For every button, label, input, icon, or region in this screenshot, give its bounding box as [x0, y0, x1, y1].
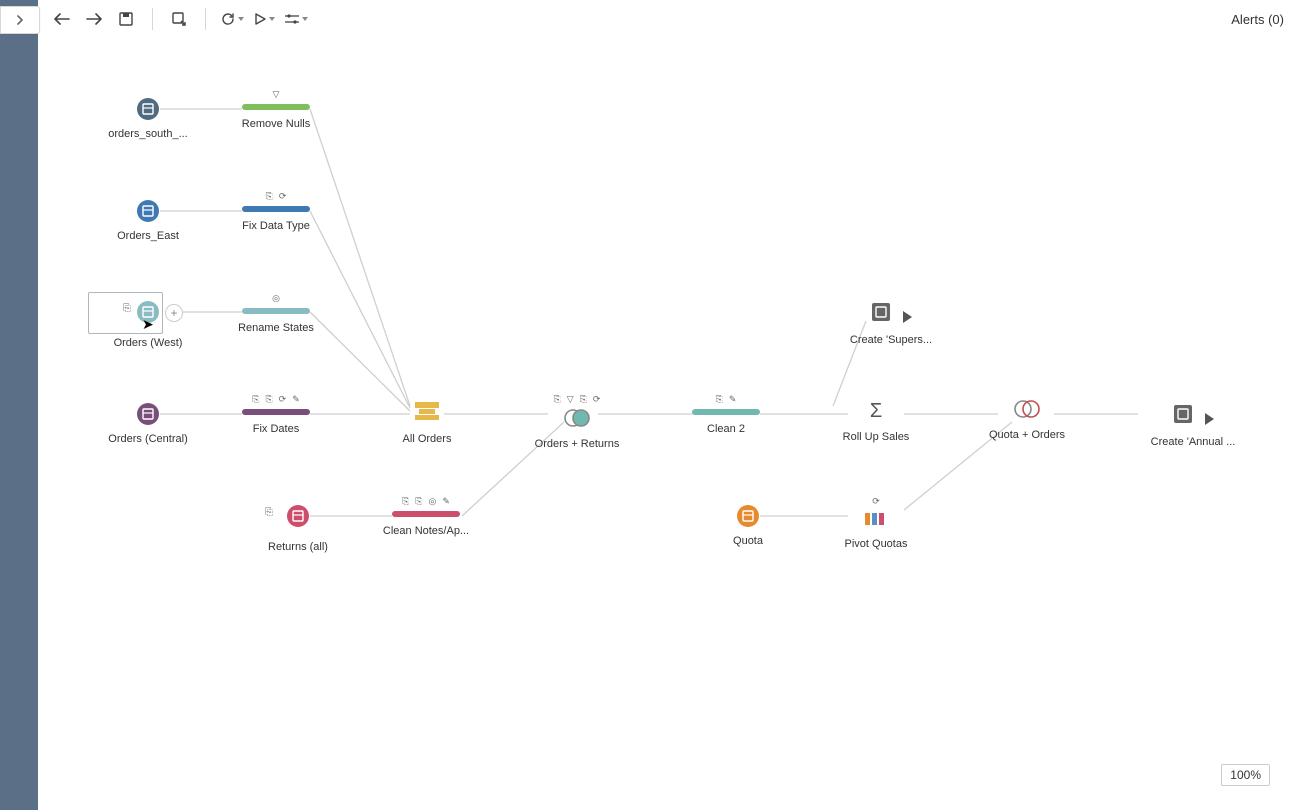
node-rename-states[interactable]: ◎ Rename States: [231, 294, 321, 334]
node-label: Clean Notes/Ap...: [381, 525, 471, 537]
step-annotations: ⎘⟳: [231, 192, 321, 202]
node-fix-data-type[interactable]: ⎘⟳ Fix Data Type: [231, 192, 321, 232]
play-icon: [254, 13, 266, 25]
node-returns-all[interactable]: ⎘ Returns (all): [253, 505, 343, 553]
zoom-level[interactable]: 100%: [1221, 764, 1270, 786]
flow-canvas[interactable]: orders_south_... ▽ Remove Nulls Orders_E…: [38, 38, 1296, 810]
node-label: Orders (West): [103, 337, 193, 349]
clean-step-icon: [392, 511, 460, 517]
clean-step-icon: [242, 308, 310, 314]
chevron-right-icon: [16, 15, 24, 25]
pivot-icon: [863, 511, 889, 527]
node-remove-nulls[interactable]: ▽ Remove Nulls: [231, 90, 321, 130]
node-label: Quota + Orders: [982, 429, 1072, 441]
union-icon: [413, 400, 441, 422]
expand-sidebar-button[interactable]: [0, 6, 40, 34]
sliders-icon: [284, 13, 299, 25]
node-clean-notes[interactable]: ⎘⎘◎✎ Clean Notes/Ap...: [381, 497, 471, 537]
settings-button[interactable]: [284, 7, 308, 31]
join-icon: [1012, 400, 1042, 418]
datasource-icon: [737, 505, 759, 527]
dropdown-caret-icon: [238, 17, 244, 21]
save-icon: [119, 12, 133, 26]
node-label: Orders (Central): [103, 433, 193, 445]
forward-button[interactable]: [82, 7, 106, 31]
node-label: Pivot Quotas: [831, 538, 921, 550]
node-label: Roll Up Sales: [831, 431, 921, 443]
node-pivot-quotas[interactable]: ⟳ Pivot Quotas: [831, 497, 921, 550]
add-data-icon: [171, 11, 187, 27]
step-annotations: ▽: [231, 90, 321, 100]
node-label: Rename States: [231, 322, 321, 334]
dropdown-caret-icon: [269, 17, 275, 21]
output-icon: [1172, 403, 1194, 425]
output-icon: [870, 301, 892, 323]
node-label: Fix Dates: [231, 423, 321, 435]
node-quota[interactable]: Quota: [703, 505, 793, 547]
arrow-right-icon: [86, 13, 102, 25]
node-label: Create 'Supers...: [831, 334, 951, 346]
toolbar: Alerts (0): [38, 0, 1296, 39]
node-label: Returns (all): [253, 541, 343, 553]
node-fix-dates[interactable]: ⎘⎘⟳✎ Fix Dates: [231, 395, 321, 435]
step-annotations: ⎘⎘⟳✎: [231, 395, 321, 405]
datasource-icon: [137, 200, 159, 222]
add-step-button[interactable]: +: [165, 304, 183, 322]
node-orders-east[interactable]: Orders_East: [103, 200, 193, 242]
node-label: Clean 2: [681, 423, 771, 435]
node-label: Fix Data Type: [231, 220, 321, 232]
join-icon: [562, 409, 592, 427]
dropdown-caret-icon: [302, 17, 308, 21]
sidebar-strip: [0, 0, 38, 810]
node-roll-up-sales[interactable]: Σ Roll Up Sales: [831, 400, 921, 443]
step-annotations: ⎘✎: [681, 395, 771, 405]
step-annotations: ⟳: [831, 497, 921, 507]
edit-annotation-icon: ⎘: [265, 507, 273, 518]
filter-icon: ▽: [273, 90, 280, 100]
clean-step-icon: [242, 104, 310, 110]
step-annotations: ⎘▽⎘⟳: [532, 395, 622, 405]
node-create-annual[interactable]: Create 'Annual ...: [1128, 403, 1258, 448]
node-label: orders_south_...: [103, 128, 193, 140]
aggregate-icon: Σ: [870, 400, 882, 423]
alerts-button[interactable]: Alerts (0): [1231, 12, 1284, 27]
refresh-button[interactable]: [220, 7, 244, 31]
toolbar-divider: [152, 8, 153, 30]
node-label: Remove Nulls: [231, 118, 321, 130]
toolbar-divider: [205, 8, 206, 30]
clean-step-icon: [242, 409, 310, 415]
datasource-icon: [137, 98, 159, 120]
clean-step-icon: [242, 206, 310, 212]
save-button[interactable]: [114, 7, 138, 31]
clean-step-icon: [692, 409, 760, 415]
node-all-orders[interactable]: All Orders: [382, 400, 472, 445]
step-annotations: ◎: [231, 294, 321, 304]
run-flow-button[interactable]: [252, 7, 276, 31]
run-output-button[interactable]: [903, 311, 912, 323]
node-label: Orders_East: [103, 230, 193, 242]
node-label: All Orders: [382, 433, 472, 445]
node-label: Quota: [703, 535, 793, 547]
datasource-icon: [137, 301, 159, 323]
step-annotations: ⎘⎘◎✎: [381, 497, 471, 507]
node-orders-returns[interactable]: ⎘▽⎘⟳ Orders + Returns: [532, 395, 622, 450]
node-create-superstore[interactable]: Create 'Supers...: [831, 301, 951, 346]
add-data-button[interactable]: [167, 7, 191, 31]
node-label: Orders + Returns: [532, 438, 622, 450]
node-orders-south[interactable]: orders_south_...: [103, 98, 193, 140]
arrow-left-icon: [54, 13, 70, 25]
edges-layer: [38, 38, 1296, 810]
edit-annotation-icon: ⎘: [123, 303, 131, 314]
node-clean-2[interactable]: ⎘✎ Clean 2: [681, 395, 771, 435]
node-label: Create 'Annual ...: [1128, 436, 1258, 448]
node-quota-orders[interactable]: Quota + Orders: [982, 400, 1072, 441]
refresh-icon: [221, 12, 235, 26]
node-orders-central[interactable]: Orders (Central): [103, 403, 193, 445]
back-button[interactable]: [50, 7, 74, 31]
datasource-icon: [287, 505, 309, 527]
run-output-button[interactable]: [1205, 413, 1214, 425]
datasource-icon: [137, 403, 159, 425]
